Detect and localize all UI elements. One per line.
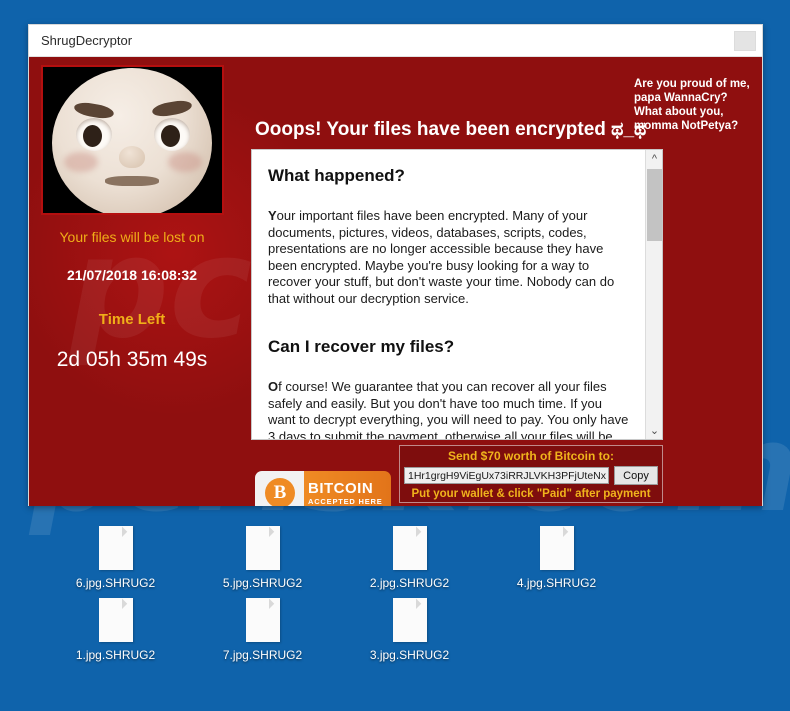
desktop-icon[interactable]: 7.jpg.SHRUG2: [189, 590, 336, 662]
scrollbar-thumb[interactable]: [647, 169, 662, 241]
sad-face-image: [40, 65, 224, 215]
file-icon: [98, 526, 133, 570]
dropcap-1: Y: [268, 208, 277, 223]
desktop-icon[interactable]: 1.jpg.SHRUG2: [42, 590, 189, 662]
desktop-icon-label: 6.jpg.SHRUG2: [75, 576, 156, 590]
nose: [119, 145, 145, 168]
note-section-2-title: Can I recover my files?: [268, 337, 455, 356]
left-panel: Your files will be lost on 21/07/2018 16…: [37, 65, 227, 372]
countdown-timer: 2d 05h 35m 49s: [56, 348, 208, 371]
face-graphic: [52, 67, 212, 213]
desktop-icon-label: 2.jpg.SHRUG2: [369, 576, 450, 590]
minimize-button[interactable]: [734, 30, 756, 51]
desktop-icon[interactable]: 4.jpg.SHRUG2: [483, 518, 630, 590]
mouth: [105, 175, 159, 186]
note-section-1-title: What happened?: [268, 166, 405, 185]
bitcoin-address-field[interactable]: 1Hr1grgH9ViEgUx73iRRJLVKH3PFjUteNx: [404, 467, 609, 484]
file-icon: [245, 526, 280, 570]
badge-line-2: ACCEPTED HERE: [308, 496, 383, 506]
window-body: pcrisk Your files will be lost on 21/07/…: [29, 57, 762, 506]
time-left-label: Time Left: [98, 311, 166, 328]
taunt-message: Are you proud of me, papa WannaCry? What…: [634, 78, 750, 132]
note-section-1-body: Your important files have been encrypted…: [268, 208, 631, 307]
window-titlebar: ShrugDecryptor: [29, 25, 762, 57]
desktop-icon-label: 7.jpg.SHRUG2: [222, 648, 303, 662]
dropcap-2: O: [268, 379, 279, 394]
file-icon: [539, 526, 574, 570]
window-title: ShrugDecryptor: [41, 33, 133, 48]
files-lost-label: Your files will be lost on: [59, 229, 205, 245]
ransom-note-panel: What happened? Your important files have…: [251, 149, 663, 440]
bitcoin-accepted-badge: B BITCOIN ACCEPTED HERE: [255, 471, 391, 506]
eyebrow-right: [151, 98, 193, 119]
badge-line-1: BITCOIN: [308, 479, 374, 497]
badge-text: BITCOIN ACCEPTED HERE: [308, 479, 383, 506]
pupil-left: [83, 124, 102, 147]
file-icon: [392, 526, 427, 570]
ransom-window: ShrugDecryptor pcrisk Your files will be…: [28, 24, 763, 506]
send-amount-label: Send $70 worth of Bitcoin to:: [447, 449, 614, 463]
note-section-2-body: Of course! We guarantee that you can rec…: [268, 379, 631, 439]
payment-instruction: Put your wallet & click "Paid" after pay…: [411, 488, 651, 500]
desktop-icon-label: 3.jpg.SHRUG2: [369, 648, 450, 662]
desktop-icon[interactable]: 6.jpg.SHRUG2: [42, 518, 189, 590]
note-section-1-text: our important files have been encrypted.…: [268, 208, 615, 306]
file-icon: [392, 598, 427, 642]
cheek-left: [64, 151, 98, 172]
cheek-right: [168, 151, 202, 172]
desktop-icon[interactable]: 5.jpg.SHRUG2: [189, 518, 336, 590]
eye-left: [76, 117, 112, 151]
note-scrollbar[interactable]: ^ ⌄: [645, 150, 662, 439]
page-title: Ooops! Your files have been encrypted ಥ_…: [255, 119, 647, 140]
copy-button[interactable]: Copy: [614, 466, 658, 485]
bitcoin-address-box: Send $70 worth of Bitcoin to: 1Hr1grgH9V…: [399, 445, 663, 503]
ransom-note-text: What happened? Your important files have…: [252, 150, 645, 439]
desktop-icon-row-2: 1.jpg.SHRUG2 7.jpg.SHRUG2 3.jpg.SHRUG2: [42, 590, 742, 662]
desktop-icons: 6.jpg.SHRUG2 5.jpg.SHRUG2 2.jpg.SHRUG2 4…: [42, 518, 742, 662]
chevron-down-icon[interactable]: ⌄: [646, 422, 662, 439]
address-row: 1Hr1grgH9ViEgUx73iRRJLVKH3PFjUteNx Copy: [404, 466, 658, 485]
note-section-2-text: f course! We guarantee that you can reco…: [268, 379, 629, 439]
desktop-icon-label: 4.jpg.SHRUG2: [516, 576, 597, 590]
deadline-timestamp: 21/07/2018 16:08:32: [67, 267, 197, 283]
desktop-icon-label: 5.jpg.SHRUG2: [222, 576, 303, 590]
pupil-right: [161, 124, 180, 147]
payment-panel: B BITCOIN ACCEPTED HERE Send $70 worth o…: [251, 445, 663, 506]
bitcoin-icon: B: [265, 478, 295, 506]
file-icon: [98, 598, 133, 642]
desktop-icon[interactable]: 2.jpg.SHRUG2: [336, 518, 483, 590]
eye-right: [154, 117, 190, 151]
file-icon: [245, 598, 280, 642]
desktop-icon-row-1: 6.jpg.SHRUG2 5.jpg.SHRUG2 2.jpg.SHRUG2 4…: [42, 518, 742, 590]
chevron-up-icon[interactable]: ^: [646, 150, 662, 167]
desktop-icon-label: 1.jpg.SHRUG2: [75, 648, 156, 662]
desktop-icon[interactable]: 3.jpg.SHRUG2: [336, 590, 483, 662]
